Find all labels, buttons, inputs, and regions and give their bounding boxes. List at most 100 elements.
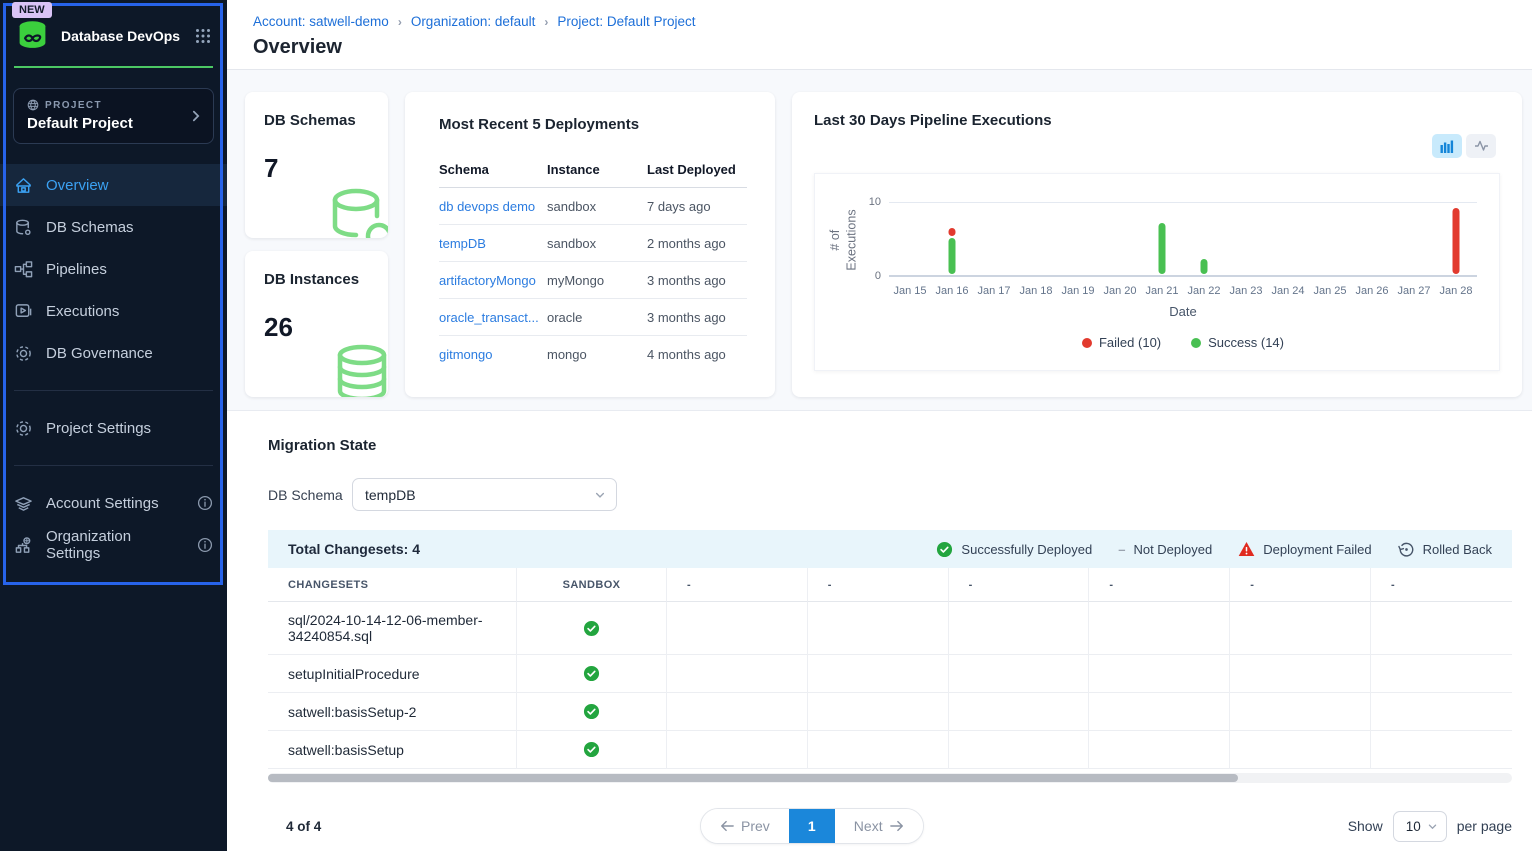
col-instance: Instance (547, 162, 647, 177)
changeset-empty-cell (667, 602, 808, 655)
sidebar: NEW Database DevOps PROJECT Default P (0, 0, 227, 851)
deployment-schema-link[interactable]: tempDB (439, 236, 547, 251)
changeset-empty-cell (1230, 731, 1371, 769)
horizontal-scrollbar-thumb[interactable] (268, 774, 1238, 782)
y-tick-10: 10 (869, 196, 881, 208)
changesets-table: CHANGESETSSANDBOX------ sql/2024-10-14-1… (268, 568, 1512, 769)
deployment-schema-link[interactable]: db devops demo (439, 199, 547, 214)
page-size-select[interactable]: 10 (1393, 811, 1447, 842)
chart-x-tick-labels: Jan 15Jan 16Jan 17Jan 18Jan 19Jan 20Jan … (889, 285, 1477, 297)
info-icon[interactable] (197, 495, 213, 511)
breadcrumb-separator-icon: › (398, 15, 402, 29)
breadcrumb-account-link[interactable]: Account: satwell-demo (253, 14, 389, 29)
sidebar-item-overview[interactable]: Overview (0, 164, 227, 206)
changesets-column-header: - (1371, 568, 1512, 602)
database-cylinder-icon (326, 184, 388, 238)
db-schemas-card: DB Schemas 7 (245, 92, 388, 238)
sidebar-item-pipelines[interactable]: Pipelines (0, 248, 227, 290)
y-tick-0: 0 (875, 270, 881, 282)
changeset-empty-cell (808, 731, 949, 769)
changeset-empty-cell (1230, 693, 1371, 731)
legend-dot-icon (1082, 338, 1092, 348)
horizontal-scrollbar-track (268, 773, 1512, 783)
breadcrumb-organization-link[interactable]: Organization: default (411, 14, 536, 29)
breadcrumb-project-link[interactable]: Project: Default Project (557, 14, 695, 29)
chart-bar-slot-jan-20 (1099, 202, 1141, 275)
play-icon (14, 302, 33, 321)
bar-segment-success (949, 238, 956, 275)
db-schema-select[interactable]: tempDB (352, 478, 617, 511)
sidebar-item-label: Pipelines (46, 261, 107, 278)
x-tick-label: Jan 21 (1141, 285, 1183, 297)
x-tick-label: Jan 22 (1183, 285, 1225, 297)
chart-bar-slot-jan-21 (1141, 202, 1183, 275)
bar-segment-failed (949, 228, 956, 235)
deployment-instance: sandbox (547, 236, 647, 251)
sidebar-item-executions[interactable]: Executions (0, 290, 227, 332)
db-schema-select-value: tempDB (365, 487, 416, 503)
main-content: Account: satwell-demo › Organization: de… (227, 0, 1532, 851)
deployment-schema-link[interactable]: oracle_transact... (439, 310, 547, 325)
bar-chart-toggle-icon[interactable] (1432, 134, 1462, 158)
layers-icon (14, 494, 33, 513)
pagination-count: 4 of 4 (286, 819, 321, 834)
changeset-name: setupInitialProcedure (268, 655, 517, 693)
deployment-instance: myMongo (547, 273, 647, 288)
sidebar-item-project-settings[interactable]: Project Settings (0, 407, 227, 449)
sidebar-item-organization-settings[interactable]: Organization Settings (0, 524, 227, 566)
sidebar-item-label: Project Settings (46, 420, 151, 437)
chart-bar-slot-jan-15 (889, 202, 931, 275)
status-legend-rolled-back: Rolled Back (1398, 541, 1492, 558)
sidebar-item-label: Organization Settings (46, 528, 184, 562)
apps-grid-icon[interactable] (195, 28, 211, 44)
page-number-button[interactable]: 1 (789, 809, 835, 843)
chevron-down-icon (1427, 821, 1438, 832)
deployment-row: db devops demosandbox7 days ago (439, 188, 747, 225)
chevron-right-icon (189, 109, 203, 123)
sidebar-item-account-settings[interactable]: Account Settings (0, 482, 227, 524)
changeset-row: satwell:basisSetup-2 (268, 693, 1512, 731)
chart-plot-area (889, 202, 1477, 277)
overview-cards-zone: DB Schemas 7 DB Instances 26 (227, 70, 1532, 410)
bar-segment-failed (1453, 208, 1460, 274)
x-tick-label: Jan 18 (1015, 285, 1057, 297)
sidebar-item-label: Executions (46, 303, 119, 320)
changeset-status-legend: Successfully Deployed–Not DeployedDeploy… (936, 541, 1492, 558)
sidebar-item-db-schemas[interactable]: DB Schemas (0, 206, 227, 248)
changeset-empty-cell (808, 602, 949, 655)
info-icon[interactable] (197, 537, 213, 553)
changeset-empty-cell (949, 731, 1090, 769)
x-tick-label: Jan 28 (1435, 285, 1477, 297)
sidebar-nav-main: OverviewDB Schemas Pipelines Executions DB … (0, 164, 227, 374)
changeset-empty-cell (1089, 731, 1230, 769)
next-page-button[interactable]: Next (835, 809, 923, 843)
deployment-last-deployed: 2 months ago (647, 236, 747, 251)
changesets-column-header: - (1089, 568, 1230, 602)
deployment-row: artifactoryMongomyMongo3 months ago (439, 262, 747, 299)
migration-state-section: Migration State DB Schema tempDB Total C… (227, 410, 1532, 851)
x-tick-label: Jan 17 (973, 285, 1015, 297)
changeset-empty-cell (808, 655, 949, 693)
status-legend-not-deployed: –Not Deployed (1118, 542, 1212, 557)
project-selector[interactable]: PROJECT Default Project (13, 88, 214, 144)
total-changesets-label: Total Changesets: 4 (288, 541, 936, 557)
chart-bar-slot-jan-28 (1435, 202, 1477, 275)
deployment-schema-link[interactable]: gitmongo (439, 347, 547, 362)
pipeline-icon (14, 260, 33, 279)
sidebar-divider (14, 465, 213, 466)
breadcrumb-separator-icon: › (544, 15, 548, 29)
sidebar-item-db-governance[interactable]: DB Governance (0, 332, 227, 374)
db-schema-filter-row: DB Schema tempDB (268, 478, 1512, 511)
prev-page-button[interactable]: Prev (701, 809, 789, 843)
deployment-schema-link[interactable]: artifactoryMongo (439, 273, 547, 288)
changeset-empty-cell (1371, 602, 1512, 655)
per-page-label: per page (1457, 818, 1512, 834)
changeset-name: sql/2024-10-14-12-06-member-34240854.sql (268, 602, 517, 655)
sidebar-nav-secondary: Project Settings (0, 407, 227, 449)
chart-bar-slot-jan-27 (1393, 202, 1435, 275)
line-chart-toggle-icon[interactable] (1466, 134, 1496, 158)
changeset-row: sql/2024-10-14-12-06-member-34240854.sql (268, 602, 1512, 655)
db-schemas-card-title: DB Schemas (264, 112, 388, 129)
db-schemas-count: 7 (264, 153, 388, 184)
changeset-empty-cell (1371, 655, 1512, 693)
